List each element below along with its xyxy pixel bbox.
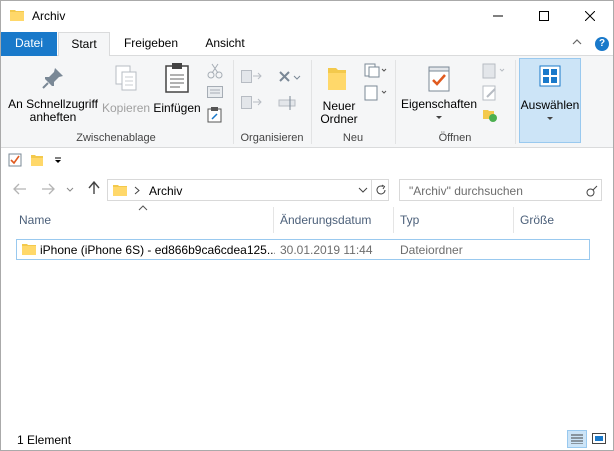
forward-arrow-icon[interactable] <box>41 183 55 195</box>
folder-icon <box>113 185 127 196</box>
select-label: Auswählen <box>520 98 580 112</box>
select-button[interactable]: Auswählen <box>519 58 581 143</box>
column-divider[interactable] <box>393 207 394 233</box>
paste-button[interactable]: Einfügen <box>151 60 203 130</box>
minimize-button[interactable] <box>475 1 521 31</box>
ribbon-tabs: Datei Start Freigeben Ansicht ? <box>1 32 613 57</box>
properties-icon[interactable] <box>8 153 22 167</box>
column-header-modified[interactable]: Änderungsdatum <box>280 207 390 233</box>
column-header-type[interactable]: Typ <box>400 207 500 233</box>
maximize-button[interactable] <box>521 1 567 31</box>
delete-icon[interactable] <box>278 70 302 84</box>
close-icon <box>585 11 595 21</box>
tab-ansicht[interactable]: Ansicht <box>193 32 257 56</box>
title-bar[interactable]: Archiv <box>1 1 613 31</box>
select-all-icon <box>539 65 561 87</box>
column-header-name[interactable]: Name <box>19 207 269 233</box>
group-label-open: Öffnen <box>438 132 472 144</box>
new-folder-button[interactable]: Neuer Ordner <box>314 60 364 130</box>
column-header-size[interactable]: Größe <box>520 207 590 233</box>
maximize-icon <box>539 11 549 21</box>
up-arrow-icon[interactable] <box>88 181 100 195</box>
table-row[interactable]: iPhone (iPhone 6S) - ed866b9ca6cdea125..… <box>16 239 590 260</box>
folder-icon <box>10 10 24 21</box>
group-label-clipboard: Zwischenablage <box>76 132 156 144</box>
column-divider[interactable] <box>513 207 514 233</box>
rename-icon[interactable] <box>278 94 296 112</box>
chevron-down-icon <box>547 117 553 120</box>
pin-icon <box>42 68 63 89</box>
new-item-icon[interactable] <box>363 63 387 79</box>
search-input[interactable]: "Archiv" durchsuchen <box>409 184 523 198</box>
breadcrumb-chevron-icon[interactable] <box>134 186 140 195</box>
group-label-organize: Organisieren <box>240 132 304 144</box>
paste-shortcut-icon[interactable] <box>207 107 223 123</box>
window-title: Archiv <box>32 9 66 23</box>
history-icon[interactable] <box>482 107 498 123</box>
address-divider <box>371 180 372 200</box>
new-folder-icon <box>328 68 346 90</box>
minimize-icon <box>493 15 503 17</box>
status-item-count: 1 Element <box>17 433 72 447</box>
search-icon[interactable] <box>586 185 598 197</box>
move-to-icon[interactable] <box>241 68 265 84</box>
copy-to-icon[interactable] <box>241 94 265 110</box>
back-arrow-icon[interactable] <box>13 183 27 195</box>
chevron-down-icon[interactable] <box>358 187 368 193</box>
pin-to-quick-access-button[interactable]: An Schnellzugriff anheften <box>5 60 101 130</box>
edit-icon[interactable] <box>482 85 498 101</box>
new-folder-icon[interactable] <box>30 153 44 167</box>
pin-label-line2: anheften <box>29 110 77 124</box>
copy-label: Kopieren <box>102 101 151 115</box>
customize-toolbar-icon[interactable] <box>54 157 62 165</box>
large-icons-view-button[interactable] <box>589 430 609 448</box>
navigation-bar: Archiv "Archiv" durchsuchen <box>1 175 613 205</box>
search-box[interactable]: "Archiv" durchsuchen <box>399 179 602 201</box>
cut-icon[interactable] <box>207 63 223 79</box>
close-button[interactable] <box>567 1 613 31</box>
chevron-up-icon[interactable] <box>572 38 582 46</box>
copy-path-icon[interactable] <box>207 86 223 98</box>
chevron-down-icon <box>436 116 442 119</box>
refresh-icon[interactable] <box>375 184 387 196</box>
column-divider[interactable] <box>273 207 274 233</box>
file-modified: 30.01.2019 11:44 <box>280 243 373 257</box>
chevron-down-icon[interactable] <box>66 187 74 192</box>
copy-icon <box>115 65 137 91</box>
properties-icon <box>428 66 450 92</box>
open-icon[interactable] <box>482 63 506 79</box>
tab-datei[interactable]: Datei <box>1 32 57 56</box>
details-view-icon <box>571 434 583 444</box>
tab-freigeben[interactable]: Freigeben <box>114 32 188 56</box>
group-label-new: Neu <box>342 132 364 144</box>
large-icons-view-icon <box>592 433 606 444</box>
file-type: Dateiordner <box>400 243 463 257</box>
group-divider <box>515 60 516 144</box>
new-folder-label-line2: Ordner <box>320 112 358 126</box>
paste-label: Einfügen <box>153 101 201 115</box>
tab-start[interactable]: Start <box>58 32 110 57</box>
explorer-window: Archiv Datei Start Freigeben Ansicht ? A… <box>0 0 614 451</box>
properties-label: Eigenschaften <box>400 97 478 111</box>
folder-icon <box>22 244 36 255</box>
breadcrumb-archiv[interactable]: Archiv <box>149 184 182 198</box>
copy-button[interactable]: Kopieren <box>102 60 150 130</box>
properties-button[interactable]: Eigenschaften <box>399 60 479 130</box>
quick-access-toolbar <box>1 148 613 174</box>
paste-icon <box>165 63 189 93</box>
details-view-button[interactable] <box>567 430 587 448</box>
easy-access-icon[interactable] <box>363 85 387 101</box>
ribbon-panel: An Schnellzugriff anheften Kopieren Einf… <box>1 56 613 148</box>
address-bar[interactable]: Archiv <box>107 179 389 201</box>
file-name: iPhone (iPhone 6S) - ed866b9ca6cdea125..… <box>40 243 275 257</box>
help-icon[interactable]: ? <box>595 37 609 51</box>
